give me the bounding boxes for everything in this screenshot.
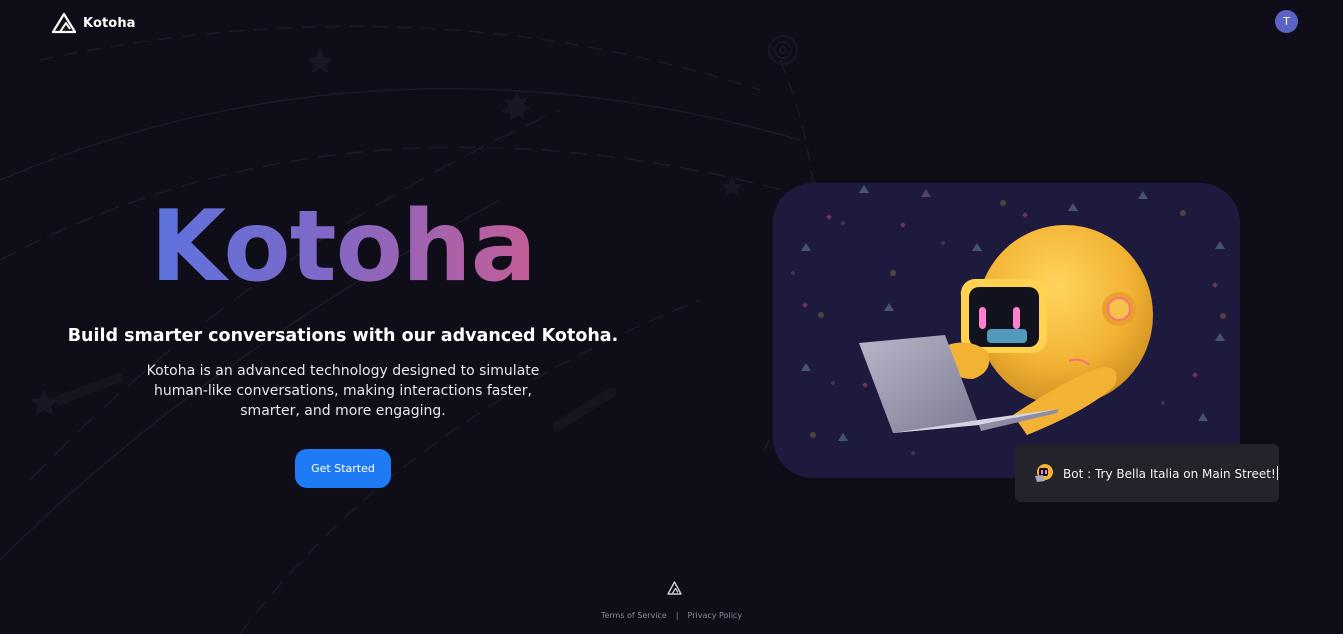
- hero-subtitle: Build smarter conversations with our adv…: [67, 326, 619, 346]
- star-icon: [502, 92, 531, 121]
- typing-caret: [1276, 465, 1278, 480]
- user-avatar[interactable]: T: [1275, 10, 1298, 33]
- chat-message: Bot : Try Bella Italia on Main Street!: [1063, 465, 1278, 481]
- footer-logo-icon: [667, 581, 682, 595]
- star-icon: [721, 176, 743, 197]
- avatar-initial: T: [1283, 15, 1290, 28]
- footer-separator: |: [675, 611, 679, 620]
- terms-of-service-link[interactable]: Terms of Service: [601, 611, 667, 620]
- hero-title: Kotoha: [0, 192, 686, 302]
- hero-description: Kotoha is an advanced technology designe…: [146, 363, 540, 419]
- robot-with-laptop-illustration: [773, 183, 1240, 478]
- robot-laptop-illustration: [773, 183, 1240, 478]
- privacy-policy-link[interactable]: Privacy Policy: [688, 611, 743, 620]
- get-started-button[interactable]: Get Started: [295, 449, 391, 488]
- robot-icon: [1035, 464, 1053, 482]
- footer-links: Terms of Service | Privacy Policy: [0, 611, 1343, 620]
- page: Kotoha T Kotoha Build smarter conversati…: [0, 0, 1343, 634]
- star-icon: [30, 388, 59, 416]
- star-icon: [306, 47, 334, 74]
- chat-bubble: Bot : Try Bella Italia on Main Street!: [1015, 444, 1279, 502]
- brand-logo-link[interactable]: Kotoha: [51, 11, 136, 35]
- triangle-logo-icon: [51, 12, 77, 34]
- brand-name: Kotoha: [83, 15, 136, 31]
